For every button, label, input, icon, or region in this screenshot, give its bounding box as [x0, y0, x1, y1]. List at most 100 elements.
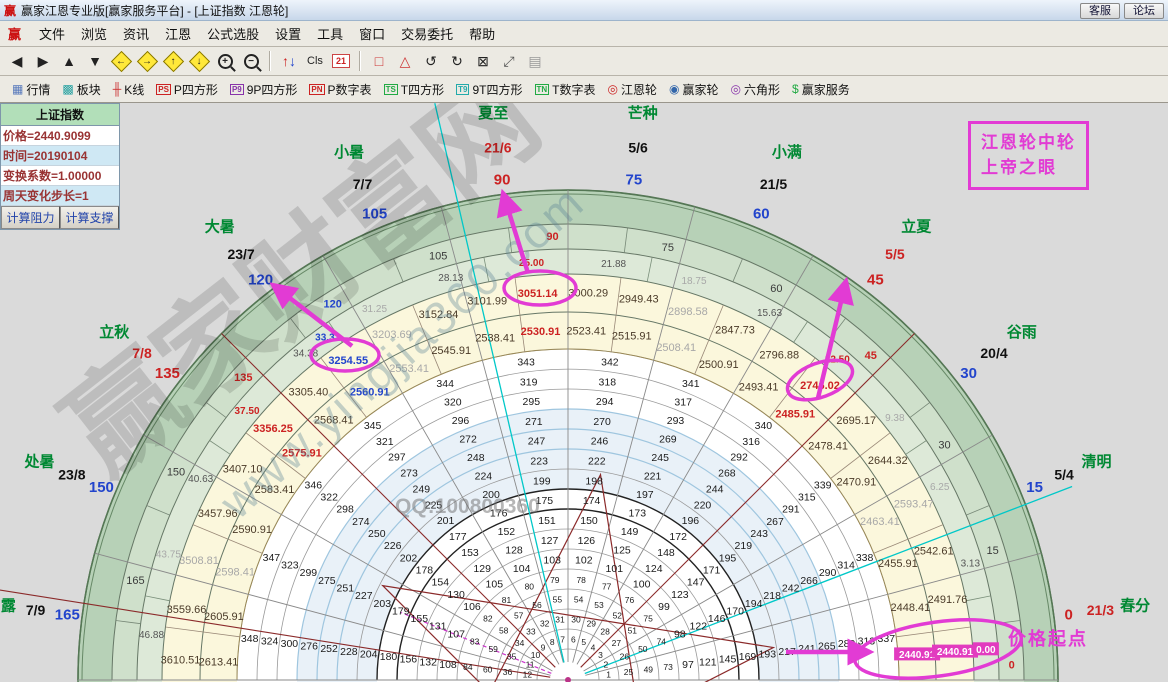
- svg-text:12: 12: [523, 670, 533, 680]
- svg-text:221: 221: [644, 471, 662, 483]
- gann-wheel-canvas[interactable]: 1234567891011122526272829303132333435364…: [0, 103, 1168, 682]
- svg-text:2440.91: 2440.91: [937, 647, 974, 658]
- menu-item[interactable]: 帮助: [469, 24, 495, 43]
- svg-text:340: 340: [755, 420, 773, 432]
- svg-text:151: 151: [538, 515, 556, 527]
- svg-text:2530.91: 2530.91: [521, 326, 561, 338]
- svg-text:75: 75: [643, 614, 653, 624]
- svg-text:169: 169: [739, 651, 757, 663]
- svg-text:242: 242: [782, 582, 800, 594]
- svg-text:321: 321: [376, 436, 394, 448]
- board-button[interactable]: ▤: [523, 50, 547, 72]
- module-winner-service[interactable]: $赢家服务: [792, 81, 850, 98]
- zoom-out-button[interactable]: −: [239, 50, 263, 72]
- cls-button[interactable]: Cls: [303, 50, 327, 72]
- module-sectors[interactable]: ▩板块: [62, 81, 100, 98]
- box-select-button[interactable]: ⊠: [471, 50, 495, 72]
- module-winner-wheel[interactable]: ◉赢家轮: [669, 81, 719, 98]
- svg-text:296: 296: [452, 415, 470, 427]
- svg-text:106: 106: [463, 601, 481, 613]
- module-t-table[interactable]: TNT数字表: [535, 81, 596, 98]
- module-9t-square[interactable]: T99T四方形: [456, 81, 522, 98]
- svg-text:101: 101: [606, 563, 624, 575]
- svg-text:3051.14: 3051.14: [518, 288, 559, 300]
- menu-item[interactable]: 交易委托: [401, 24, 453, 43]
- svg-text:26: 26: [620, 652, 630, 662]
- svg-text:3508.81: 3508.81: [179, 555, 219, 567]
- svg-text:145: 145: [719, 654, 737, 666]
- rotate-cw-icon: ↻: [451, 53, 463, 70]
- shift-left-button[interactable]: ←: [109, 50, 133, 72]
- module-quotes[interactable]: ▦行情: [12, 81, 50, 98]
- menu-item[interactable]: 工具: [317, 24, 343, 43]
- menu-item[interactable]: 设置: [275, 24, 301, 43]
- menu-item[interactable]: 公式选股: [207, 24, 259, 43]
- module-t-square[interactable]: TST四方形: [384, 81, 445, 98]
- rotate-cw-button[interactable]: ↻: [445, 50, 469, 72]
- calendar-button[interactable]: 21: [329, 50, 353, 72]
- pan-down-button[interactable]: ▼: [83, 50, 107, 72]
- triangle-tool-button[interactable]: △: [393, 50, 417, 72]
- menu-item[interactable]: 文件: [39, 24, 65, 43]
- svg-text:QQ:100800360: QQ:100800360: [395, 495, 540, 518]
- board-icon: ▤: [528, 53, 541, 70]
- module-kline[interactable]: ╫K线: [113, 81, 145, 98]
- svg-text:2593.47: 2593.47: [894, 499, 934, 511]
- winner-service-icon: $: [792, 82, 799, 96]
- 9p-square-icon: P9: [230, 84, 244, 95]
- price-axis-button[interactable]: ↑↓: [277, 50, 301, 72]
- t-table-icon: TN: [535, 84, 550, 95]
- svg-text:60: 60: [483, 664, 493, 674]
- svg-text:春分: 春分: [1120, 597, 1150, 615]
- free-transform-button[interactable]: ⤢: [497, 50, 521, 72]
- svg-text:56: 56: [532, 600, 542, 610]
- svg-text:300: 300: [281, 638, 299, 650]
- zoom-in-button[interactable]: +: [213, 50, 237, 72]
- svg-text:大暑: 大暑: [205, 218, 235, 236]
- svg-text:37.50: 37.50: [234, 406, 259, 417]
- shift-right-button[interactable]: →: [135, 50, 159, 72]
- menu-item[interactable]: 资讯: [123, 24, 149, 43]
- svg-text:99: 99: [658, 601, 670, 613]
- svg-text:55: 55: [553, 595, 563, 605]
- svg-text:5: 5: [581, 637, 586, 647]
- module-gann-wheel[interactable]: ◎江恩轮: [608, 81, 658, 98]
- menu-item[interactable]: 江恩: [165, 24, 191, 43]
- calc-resistance-button[interactable]: 计算阻力: [1, 206, 60, 229]
- forward-button[interactable]: ▶: [31, 50, 55, 72]
- svg-text:77: 77: [602, 582, 612, 592]
- svg-text:226: 226: [384, 540, 402, 552]
- module-p-table[interactable]: PNP数字表: [309, 81, 371, 98]
- menu-item[interactable]: 窗口: [359, 24, 385, 43]
- forward-icon: ▶: [38, 53, 49, 70]
- svg-text:2796.88: 2796.88: [759, 349, 799, 361]
- square-tool-button[interactable]: □: [367, 50, 391, 72]
- svg-text:343: 343: [517, 356, 535, 368]
- svg-text:3.13: 3.13: [961, 558, 981, 569]
- svg-text:338: 338: [856, 552, 874, 564]
- svg-text:147: 147: [687, 577, 705, 589]
- svg-text:155: 155: [411, 613, 429, 625]
- svg-text:75: 75: [662, 242, 674, 254]
- svg-text:128: 128: [505, 544, 523, 556]
- menu-item[interactable]: 浏览: [81, 24, 107, 43]
- pan-up-button[interactable]: ▲: [57, 50, 81, 72]
- module-9p-square[interactable]: P99P四方形: [230, 81, 297, 98]
- shift-up-button[interactable]: ↑: [161, 50, 185, 72]
- titlebar-button-forum[interactable]: 论坛: [1124, 3, 1164, 19]
- module-label: 行情: [26, 81, 50, 98]
- module-hexagon[interactable]: ◎六角形: [731, 81, 781, 98]
- calc-support-button[interactable]: 计算支撑: [60, 206, 119, 229]
- svg-text:152: 152: [498, 526, 516, 538]
- module-p-square[interactable]: PSP四方形: [156, 81, 218, 98]
- rotate-ccw-button[interactable]: ↺: [419, 50, 443, 72]
- svg-text:29: 29: [587, 619, 597, 629]
- svg-text:15: 15: [1026, 479, 1043, 496]
- svg-text:320: 320: [444, 397, 462, 409]
- svg-text:251: 251: [337, 582, 355, 594]
- titlebar-button-service[interactable]: 客服: [1080, 3, 1120, 19]
- shift-down-button[interactable]: ↓: [187, 50, 211, 72]
- svg-text:269: 269: [659, 434, 677, 446]
- back-button[interactable]: ◀: [5, 50, 29, 72]
- svg-text:156: 156: [400, 654, 418, 666]
